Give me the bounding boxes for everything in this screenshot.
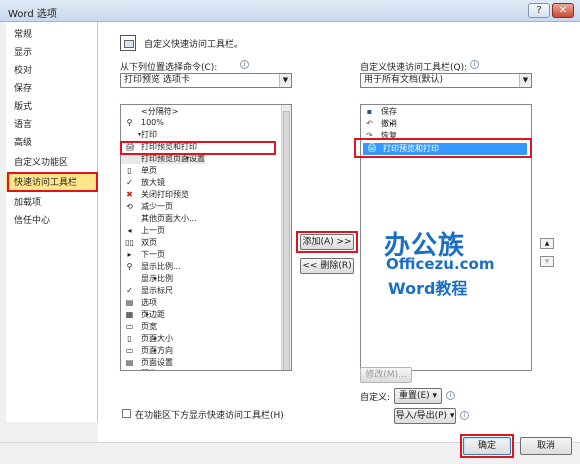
watermark-site: Officezu.com [386,255,495,273]
nav-item-proofing[interactable]: 校对 [6,62,98,80]
show-below-ribbon-label: 在功能区下方显示快速访问工具栏(H) [135,411,284,421]
info-icon: i [240,60,249,69]
list-item[interactable]: <分隔符> [121,107,178,117]
nav-item-customize-ribbon[interactable]: 自定义功能区 [6,154,98,172]
nav-item-addins[interactable]: 加载项 [6,194,98,212]
info-icon: i [446,391,455,400]
list-item[interactable]: ▯ 单页 [121,166,157,176]
list-item[interactable]: ▤ 选项 [121,298,157,308]
prev-page-icon: ◂ [127,226,132,235]
list-item[interactable]: ↶ 撤消 ▸ [361,119,397,129]
list-item[interactable]: ⚲ 显示比例... [121,262,181,272]
list-item[interactable]: ▤ 页面设置 [121,358,173,368]
page-setup-icon: ▤ [125,358,134,367]
customizations-label: 自定义: [360,393,391,403]
list-item[interactable]: ▸ 下一页 [121,250,165,260]
save-icon: ▪ [366,107,373,116]
next-page-icon: ▸ [127,250,132,259]
nav-item-trust-center[interactable]: 信任中心 [6,212,98,230]
list-item[interactable]: ◂ 上一页 [121,226,165,236]
nav-item-display[interactable]: 显示 [6,44,98,62]
highlight-add-button [296,231,358,253]
zoom-icon: ⚲ [126,262,133,271]
info-icon: i [460,411,469,420]
quick-access-toolbar-icon [120,35,136,51]
highlight-ok-button [460,434,514,458]
undo-icon: ↶ [366,119,373,128]
nav-item-layout[interactable]: 版式 [6,98,98,116]
submenu-arrow-icon: ▾ [137,131,141,138]
move-up-button[interactable]: ▲ [540,238,554,249]
highlight-nav [7,172,98,192]
main-panel: 自定义快速访问工具栏。 从下列位置选择命令(C): i 打印预览 选项卡 ▼ <… [98,22,580,442]
customize-toolbar-label: 自定义快速访问工具栏(Q): [360,63,468,73]
submenu-arrow-icon: ▸ [389,120,393,127]
options-nav: 常规 显示 校对 保存 版式 语言 高级 自定义功能区 快速访问工具栏 加载项 … [6,22,98,422]
close-button[interactable]: ✕ [552,3,574,18]
info-icon: i [470,60,479,69]
list-item[interactable]: 打印预览页面设置 ▾ [121,154,205,164]
zoom-100-icon: ⚲ [126,118,133,127]
cancel-button[interactable]: 取消 [520,437,572,455]
list-item[interactable]: ✓ 显示标尺 [121,286,173,296]
import-export-button[interactable]: 导入/导出(P) ▾ [394,408,456,424]
window-title: Word 选项 [8,9,57,20]
list-item[interactable]: 其他页面大小... [121,214,197,224]
customize-toolbar-value: 用于所有文档(默认) [364,75,444,85]
help-button[interactable]: ? [528,3,550,18]
nav-item-save[interactable]: 保存 [6,80,98,98]
submenu-arrow-icon: ▸ [153,347,157,354]
list-item[interactable]: ✓ 放大镜 [121,178,165,188]
list-item[interactable]: ▯ 页面大小 ▸ [121,334,173,344]
options-icon: ▤ [125,298,134,307]
choose-commands-label: 从下列位置选择命令(C): [120,63,218,73]
page-width-icon: ▭ [125,322,134,331]
close-red-icon: ✖ [126,190,133,199]
list-item[interactable]: 预览▸ [121,369,157,370]
show-below-ribbon-checkbox[interactable] [122,409,131,418]
highlight-right-item [354,138,532,158]
dropdown-arrow-icon[interactable]: ▼ [279,74,291,87]
two-page-icon: ▯▯ [125,238,134,247]
list-item[interactable]: 显示比例 ▸ [121,274,173,284]
list-item[interactable]: 打印 ▾ [121,130,157,140]
margins-icon: ▦ [125,310,134,319]
left-list-scrollbar[interactable] [281,105,291,370]
customize-toolbar-select[interactable]: 用于所有文档(默认) ▼ [360,73,532,88]
watermark-caption: Word教程 [388,279,468,298]
choose-commands-select[interactable]: 打印预览 选项卡 ▼ [120,73,292,88]
page-size-icon: ▯ [127,334,132,343]
move-down-button[interactable]: ▼ [540,256,554,267]
list-item[interactable]: ✖ 关闭打印预览 [121,190,189,200]
submenu-arrow-icon: ▸ [145,311,149,318]
submenu-arrow-icon: ▸ [153,335,157,342]
choose-commands-value: 打印预览 选项卡 [124,75,190,85]
title-bar: Word 选项 ? ✕ [0,0,580,22]
nav-item-advanced[interactable]: 高级 [6,134,98,152]
section-header: 自定义快速访问工具栏。 [144,40,244,50]
submenu-arrow-icon: ▸ [138,369,141,370]
check-icon: ✓ [126,286,133,295]
check-icon: ✓ [126,178,133,187]
list-item[interactable]: ▭ 页宽 [121,322,157,332]
scrollbar-thumb[interactable] [283,111,290,370]
modify-button[interactable]: 修改(M)... [360,367,412,383]
submenu-arrow-icon: ▾ [185,155,189,162]
list-item[interactable]: ▦ 页边距 ▸ [121,310,165,320]
list-item[interactable]: ▭ 页面方向 ▸ [121,346,173,356]
orientation-icon: ▭ [125,346,134,355]
nav-item-language[interactable]: 语言 [6,116,98,134]
single-page-icon: ▯ [127,166,132,175]
submenu-arrow-icon: ▸ [153,275,157,282]
list-item[interactable]: ⟲ 减少一页 [121,202,173,212]
dropdown-arrow-icon[interactable]: ▼ [519,74,531,87]
highlight-left-item [120,141,276,155]
reset-button[interactable]: 重置(E) ▾ [394,388,442,404]
nav-item-general[interactable]: 常规 [6,26,98,44]
list-item[interactable]: ▯▯ 双页 [121,238,157,248]
shrink-page-icon: ⟲ [126,202,133,211]
list-item[interactable]: ⚲ 100% [121,118,164,128]
list-item[interactable]: ▪ 保存 [361,107,397,117]
remove-button[interactable]: << 删除(R) [300,258,354,274]
